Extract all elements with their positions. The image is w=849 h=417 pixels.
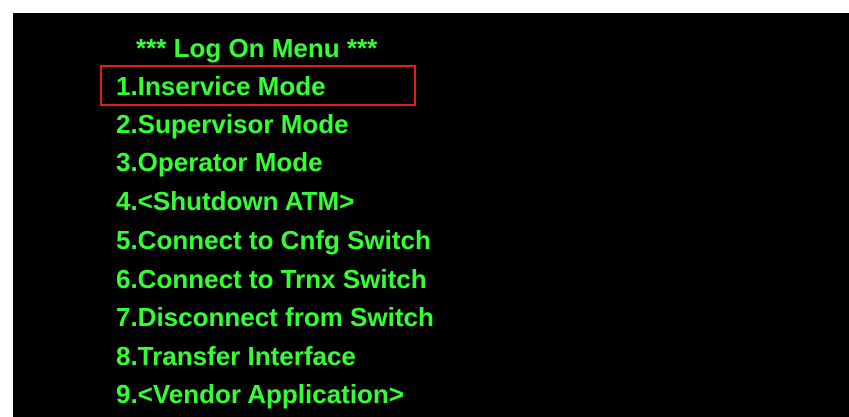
menu-item-disconnect-switch[interactable]: 7.Disconnect from Switch	[116, 300, 434, 334]
menu-item-vendor-application[interactable]: 9.<Vendor Application>	[116, 377, 404, 411]
menu-item-supervisor-mode[interactable]: 2.Supervisor Mode	[116, 107, 349, 141]
menu-title: *** Log On Menu ***	[136, 33, 378, 63]
menu-item-shutdown-atm[interactable]: 4.<Shutdown ATM>	[116, 184, 354, 218]
terminal-display: *** Log On Menu *** 1.Inservice Mode 2.S…	[13, 13, 849, 417]
menu-item-inservice-mode[interactable]: 1.Inservice Mode	[100, 65, 416, 106]
menu-item-operator-mode[interactable]: 3.Operator Mode	[116, 145, 323, 179]
menu-item-transfer-interface[interactable]: 8.Transfer Interface	[116, 339, 356, 373]
menu-item-connect-trnx-switch[interactable]: 6.Connect to Trnx Switch	[116, 262, 427, 296]
atm-screen: *** Log On Menu *** 1.Inservice Mode 2.S…	[0, 0, 849, 417]
menu-item-connect-cnfg-switch[interactable]: 5.Connect to Cnfg Switch	[116, 223, 431, 257]
